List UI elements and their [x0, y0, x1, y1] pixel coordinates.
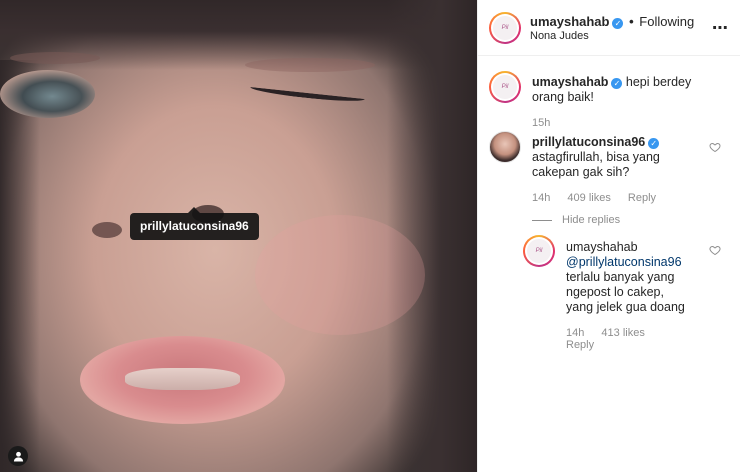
- verified-badge-icon: ✓: [611, 78, 623, 89]
- separator-dot: •: [629, 14, 634, 29]
- comment-username[interactable]: prillylatuconsina96: [532, 135, 645, 149]
- avatar-image: Pil: [493, 75, 517, 99]
- reply-likes[interactable]: 413 likes: [601, 327, 644, 339]
- user-icon: [13, 451, 23, 462]
- media-brow-left: [10, 52, 100, 64]
- following-button[interactable]: Following: [639, 14, 694, 29]
- caption-time[interactable]: 15h: [532, 117, 550, 129]
- author-avatar[interactable]: Pil: [489, 12, 521, 44]
- media-brow-right: [245, 58, 375, 72]
- user-tag-button[interactable]: [8, 446, 28, 466]
- caption-body: umayshahab ✓ hepi berdey orang baik!: [532, 75, 712, 105]
- comment-time[interactable]: 14h: [532, 192, 550, 204]
- more-options-icon[interactable]: ⋯: [712, 18, 729, 38]
- comment-reply-button[interactable]: Reply: [628, 192, 656, 204]
- hide-replies-toggle[interactable]: Hide replies: [532, 214, 692, 226]
- avatar-image: Pil: [493, 16, 517, 40]
- verified-badge-icon: ✓: [612, 18, 624, 29]
- media-hair-left: [0, 60, 40, 472]
- reply-reply-button[interactable]: Reply: [566, 339, 594, 351]
- media-nostril-left: [92, 222, 122, 238]
- comment-likes[interactable]: 409 likes: [567, 192, 610, 204]
- reply-username[interactable]: umayshahab: [566, 240, 638, 254]
- media-teeth: [125, 368, 240, 390]
- reply-body: umayshahab @prillylatuconsina96 terlalu …: [566, 240, 694, 315]
- media-cheek: [255, 215, 425, 335]
- author-username[interactable]: umayshahab: [530, 14, 609, 29]
- post-media[interactable]: prillylatuconsina96: [0, 0, 477, 472]
- replies-divider: [532, 219, 552, 221]
- reply-meta: 14h 413 likes Reply: [566, 327, 694, 351]
- post-header: Pil umayshahab ✓ • Following Nona Judes ⋯: [478, 0, 740, 56]
- comment-meta: 14h 409 likes Reply: [532, 192, 692, 204]
- header-user-line: umayshahab ✓ • Following: [530, 14, 694, 29]
- caption-username[interactable]: umayshahab: [532, 75, 608, 89]
- reply-mention[interactable]: @prillylatuconsina96: [566, 255, 682, 269]
- hide-replies-label: Hide replies: [562, 214, 621, 226]
- caption-avatar[interactable]: Pil: [489, 71, 521, 103]
- comment: prillylatuconsina96 ✓ astagfirullah, bisa…: [532, 135, 692, 226]
- media-eye-left: [0, 70, 95, 118]
- user-tag-tooltip[interactable]: prillylatuconsina96: [130, 207, 259, 240]
- caption-meta: 15h: [532, 117, 712, 129]
- commenter-avatar[interactable]: [489, 131, 521, 163]
- location-link[interactable]: Nona Judes: [530, 30, 589, 42]
- like-comment-heart-icon[interactable]: [709, 141, 721, 153]
- verified-badge-icon: ✓: [648, 138, 660, 149]
- caption: umayshahab ✓ hepi berdey orang baik! 15h: [532, 75, 712, 129]
- post-sidebar: Pil umayshahab ✓ • Following Nona Judes ⋯…: [477, 0, 740, 472]
- like-reply-heart-icon[interactable]: [709, 244, 721, 256]
- comment-body: prillylatuconsina96 ✓ astagfirullah, bisa…: [532, 135, 692, 180]
- media-eye-right: [249, 82, 366, 104]
- avatar-image: Pil: [527, 239, 551, 263]
- reply-avatar[interactable]: Pil: [523, 235, 555, 267]
- reply-time[interactable]: 14h: [566, 327, 584, 339]
- reply-text: terlalu banyak yang ngepost lo cakep, ya…: [566, 270, 685, 314]
- reply-comment: umayshahab @prillylatuconsina96 terlalu …: [566, 240, 694, 351]
- comment-text: astagfirullah, bisa yang cakepan gak sih…: [532, 150, 660, 179]
